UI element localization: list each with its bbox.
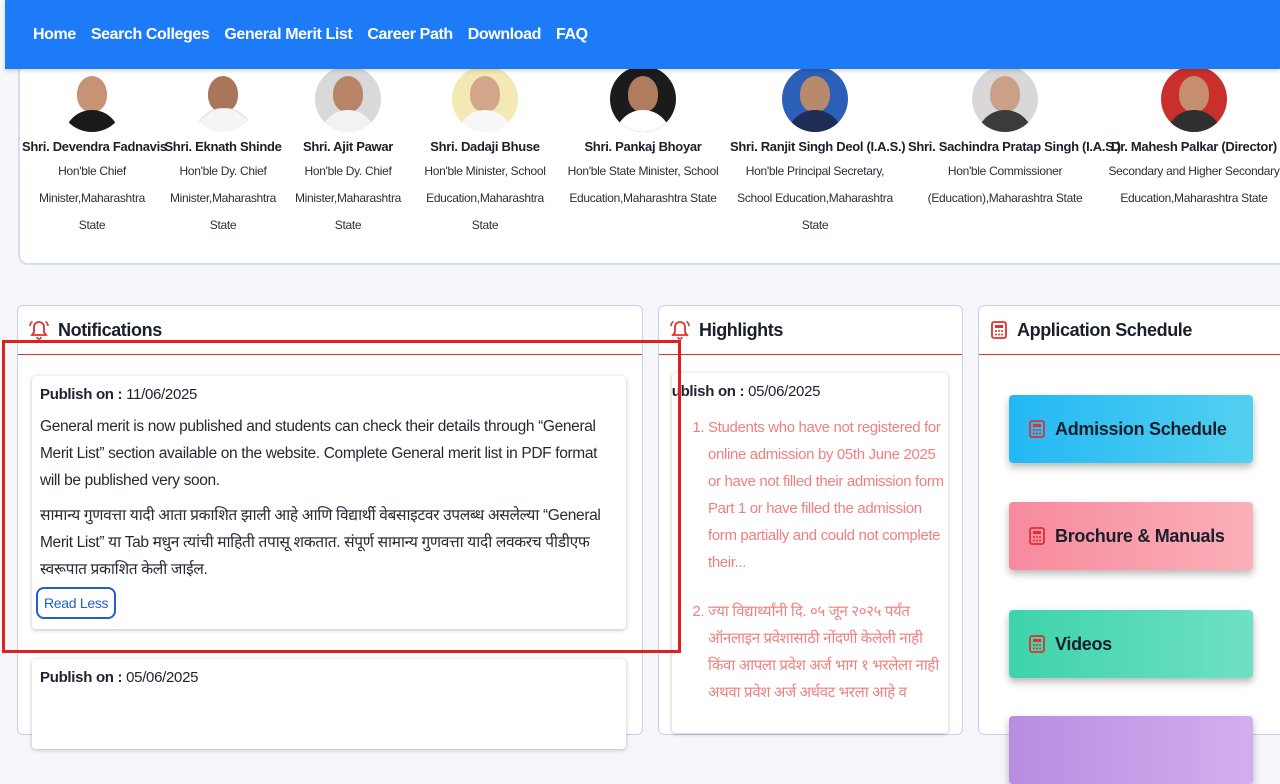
highlights-list: Students who have not registered for onl… (672, 414, 948, 706)
dignitary-name: Shri. Pankaj Bhoyar (584, 139, 702, 154)
button-label: Admission Schedule (1055, 418, 1227, 439)
calculator-icon (989, 320, 1009, 340)
highlight-item[interactable]: Students who have not registered for onl… (708, 414, 948, 576)
dignitary-card: Shri. Dadaji Bhuse Hon'ble Minister, Sch… (415, 50, 555, 239)
publish-date: 11/06/2025 (126, 386, 198, 403)
dignitary-photo (1161, 66, 1227, 132)
application-schedule-title: Application Schedule (1017, 319, 1193, 340)
notifications-panel: Notifications Publish on : 11/06/2025 Ge… (17, 305, 643, 749)
dignitary-photo (190, 66, 256, 132)
dignitary-role-line: Education,Maharashtra State (569, 191, 717, 205)
dignitary-name: Shri. Dadaji Bhuse (430, 139, 540, 154)
dignitary-name: Shri. Ranjit Singh Deol (I.A.S.) (730, 139, 906, 154)
calculator-icon (1027, 526, 1047, 546)
dignitary-role-line: Hon'ble Dy. Chief (179, 164, 267, 178)
dignitary-role-line: State (209, 218, 237, 232)
videos-button[interactable]: Videos (1009, 610, 1253, 678)
dignitary-role-line: Hon'ble Dy. Chief (304, 164, 392, 178)
dignitary-card: Shri. Ranjit Singh Deol (I.A.S.) Hon'ble… (730, 50, 906, 239)
dignitary-role-line: Hon'ble Commissioner (947, 164, 1063, 178)
bell-icon (669, 319, 691, 341)
dignitary-role-line: Education,Maharashtra (426, 191, 544, 205)
publish-line: Publish on : 05/06/2025 (672, 383, 928, 400)
notification-text-marathi: सामान्य गुणवत्ता यादी आता प्रकाशित झाली … (40, 507, 601, 578)
dignitary-photo (59, 66, 125, 132)
dignitary-card: Shri. Ajit Pawar Hon'ble Dy. Chief Minis… (288, 50, 408, 239)
nav-career-path[interactable]: Career Path (367, 26, 453, 44)
publish-label: Publish on : (40, 669, 123, 686)
admission-schedule-button[interactable]: Admission Schedule (1009, 395, 1253, 463)
button-label: Videos (1055, 633, 1112, 654)
dignitary-role-line: Minister,Maharashtra (294, 191, 402, 205)
highlights-header: Highlights (659, 306, 962, 355)
nav-download[interactable]: Download (468, 26, 542, 44)
notification-item: Publish on : 11/06/2025 General merit is… (32, 376, 626, 629)
dignitary-photo (972, 66, 1038, 132)
notifications-title: Notifications (58, 319, 162, 340)
nav-faq[interactable]: FAQ (556, 26, 588, 44)
dignitary-name: Shri. Ajit Pawar (302, 139, 394, 154)
application-schedule-header: Application Schedule (979, 306, 1280, 355)
dignitary-name: Shri. Eknath Shinde (164, 139, 282, 154)
calculator-icon (1027, 419, 1047, 439)
dignitary-name: Dr. Mahesh Palkar (Director) (1111, 139, 1277, 154)
dignitary-role-line: School Education,Maharashtra (737, 191, 893, 205)
schedule-button-partial[interactable] (1009, 716, 1253, 784)
dignitary-role-line: State (801, 218, 829, 232)
dignitary-role-line: Hon'ble Minister, School (424, 164, 546, 178)
publish-line: Publish on : 11/06/2025 (40, 386, 618, 403)
bell-icon (28, 319, 50, 341)
top-navigation: Home Search Colleges General Merit List … (5, 0, 1280, 69)
publish-line: Publish on : 05/06/2025 (40, 669, 618, 686)
dignitary-role-line: Minister,Maharashtra (38, 191, 146, 205)
dignitary-photo (452, 66, 518, 132)
dignitary-role-line: Hon'ble Chief (58, 164, 126, 178)
highlight-item[interactable]: ज्या विद्यार्थ्यांनी दि. ०५ जून २०२५ पर्… (708, 598, 948, 706)
notification-item: Publish on : 05/06/2025 (32, 659, 626, 749)
calculator-icon (1027, 634, 1047, 654)
publish-label: Publish on : (672, 383, 745, 400)
dignitary-role-line: State (471, 218, 499, 232)
dignitary-card: Shri. Pankaj Bhoyar Hon'ble State Minist… (566, 50, 720, 212)
dignitary-name: Shri. Sachindra Pratap Singh (I.A.S.) (908, 139, 1121, 154)
nav-home[interactable]: Home (33, 26, 76, 44)
dignitary-photo (782, 66, 848, 132)
notification-text-english: General merit is now published and stude… (40, 418, 598, 489)
dignitary-name: Shri. Devendra Fadnavis (22, 139, 167, 154)
dignitary-role-line: State (78, 218, 106, 232)
dignitary-role-line: Education,Maharashtra State (1120, 191, 1268, 205)
dignitary-role-line: Minister,Maharashtra (169, 191, 277, 205)
dignitary-role-line: Hon'ble Principal Secretary, (745, 164, 885, 178)
highlights-content: Publish on : 05/06/2025 Students who hav… (672, 373, 948, 733)
dignitary-role-line: Hon'ble State Minister, School (567, 164, 719, 178)
nav-general-merit-list[interactable]: General Merit List (224, 26, 352, 44)
button-label: Brochure & Manuals (1055, 525, 1225, 546)
publish-date: 05/06/2025 (748, 383, 821, 400)
read-less-button[interactable]: Read Less (36, 587, 117, 619)
highlights-panel: Highlights Publish on : 05/06/2025 Stude… (658, 305, 963, 735)
publish-date: 05/06/2025 (126, 669, 199, 686)
notifications-header: Notifications (18, 306, 642, 355)
dignitary-role-line: (Education),Maharashtra State (927, 191, 1083, 205)
dignitary-photo (315, 66, 381, 132)
publish-label: Publish on : (40, 386, 123, 403)
nav-search-colleges[interactable]: Search Colleges (91, 26, 210, 44)
highlights-title: Highlights (699, 319, 783, 340)
dignitary-role-line: Secondary and Higher Secondary (1108, 164, 1280, 178)
dignitary-card: Shri. Eknath Shinde Hon'ble Dy. Chief Mi… (158, 50, 288, 239)
dignitary-card: Dr. Mahesh Palkar (Director) Secondary a… (1108, 50, 1280, 212)
application-schedule-panel: Application Schedule Admission Schedule … (978, 305, 1280, 784)
dignitary-card: Shri. Sachindra Pratap Singh (I.A.S.) Ho… (908, 50, 1121, 212)
dignitary-card: Shri. Devendra Fadnavis Hon'ble Chief Mi… (22, 50, 167, 239)
dignitaries-card: Shri. Devendra Fadnavis Hon'ble Chief Mi… (18, 50, 1280, 265)
dignitary-photo (610, 66, 676, 132)
dignitary-role-line: State (334, 218, 362, 232)
brochure-manuals-button[interactable]: Brochure & Manuals (1009, 502, 1253, 570)
